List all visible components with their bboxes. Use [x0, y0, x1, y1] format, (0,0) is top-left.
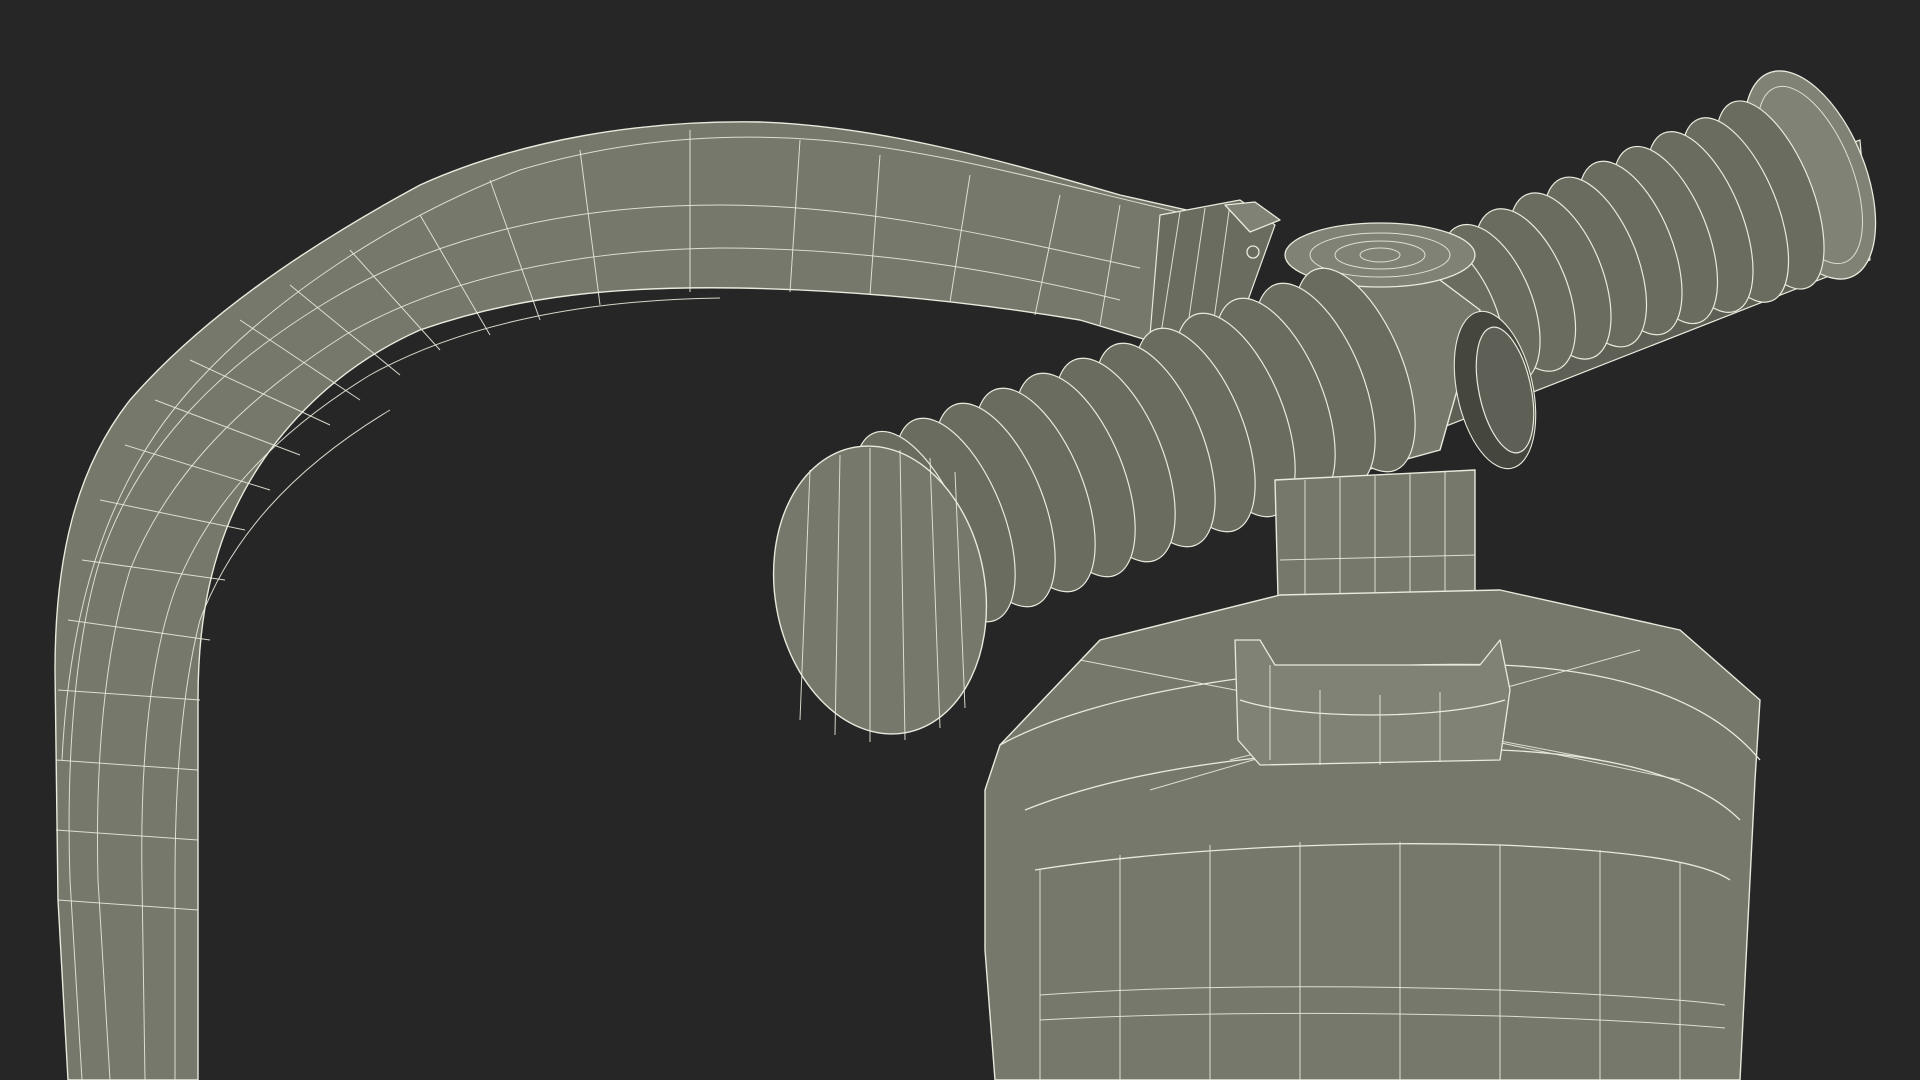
- wireframe-render: [54, 70, 1877, 1080]
- pump-cylinder-mesh: [984, 589, 1761, 1080]
- render-viewport: [0, 0, 1920, 1080]
